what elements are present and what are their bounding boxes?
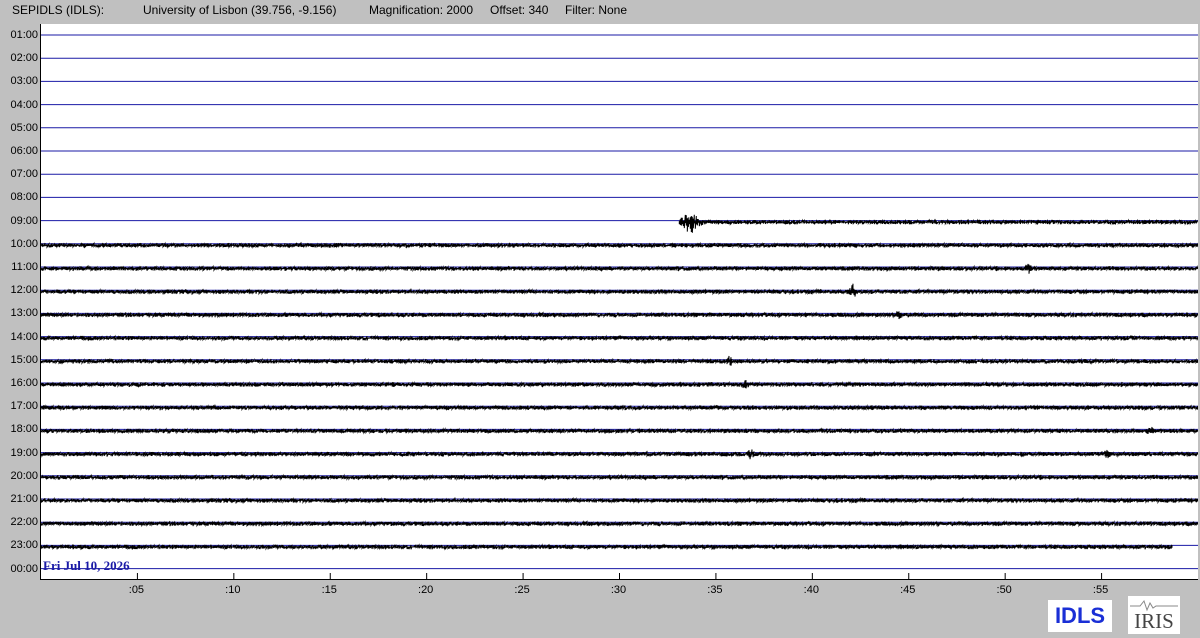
hour-label: 05:00 — [10, 121, 38, 134]
hour-label: 03:00 — [10, 75, 38, 88]
minute-tick-label: :15 — [321, 584, 337, 596]
seismic-trace-1600 — [41, 380, 1198, 389]
minute-tick-label: :25 — [514, 584, 530, 596]
seismic-trace-1800 — [41, 426, 1198, 435]
hour-label: 00:00 — [10, 562, 38, 575]
hour-label: 06:00 — [10, 145, 38, 157]
filter-label: Filter: None — [565, 3, 628, 17]
helicorder-plot — [40, 24, 1198, 580]
minute-tick-label: :30 — [610, 584, 627, 596]
seismic-trace-1900 — [41, 449, 1198, 460]
hour-label: 18:00 — [10, 423, 38, 436]
iris-logo[interactable]: IRIS — [1128, 596, 1180, 634]
hour-label: 01:00 — [10, 29, 38, 41]
date-label: Fri Jul 10, 2026 — [43, 558, 130, 573]
hour-label: 04:00 — [10, 98, 38, 111]
idls-logo[interactable]: IDLS — [1048, 600, 1112, 632]
minute-tick-label: :50 — [996, 584, 1012, 596]
minute-tick-label: :10 — [225, 584, 241, 596]
minute-tick-label: :45 — [900, 584, 916, 596]
iris-logo-text: IRIS — [1134, 609, 1174, 633]
hour-label: 21:00 — [10, 493, 38, 505]
hour-label: 22:00 — [10, 516, 38, 529]
hour-label: 08:00 — [10, 191, 38, 204]
hour-label: 16:00 — [10, 377, 38, 389]
hour-label: 14:00 — [10, 330, 38, 343]
hour-label: 23:00 — [10, 539, 38, 552]
hour-label: 09:00 — [10, 214, 38, 227]
hour-label: 11:00 — [11, 261, 38, 273]
minute-tick-label: :55 — [1092, 584, 1109, 596]
minute-tick-label: :05 — [128, 584, 145, 596]
magnification-label: Magnification: 2000 — [369, 3, 474, 17]
header-bar: SEPIDLS (IDLS): University of Lisbon (39… — [0, 0, 1200, 22]
hour-label: 19:00 — [10, 446, 38, 459]
offset-label: Offset: 340 — [490, 3, 549, 17]
minute-tick-label: :35 — [707, 584, 723, 596]
hour-label: 17:00 — [10, 400, 38, 413]
helicorder-svg — [41, 34, 1198, 579]
station-label: SEPIDLS (IDLS): — [12, 3, 105, 17]
hour-label: 02:00 — [10, 52, 38, 65]
seismic-trace-1500 — [41, 355, 1198, 366]
hour-label: 07:00 — [10, 168, 38, 181]
hour-label: 20:00 — [10, 469, 38, 482]
hour-label: 13:00 — [10, 307, 38, 320]
location-label: University of Lisbon (39.756, -9.156) — [143, 3, 337, 17]
minute-tick-label: :40 — [803, 584, 819, 596]
seismic-trace-0900 — [678, 214, 1198, 233]
hour-label: 15:00 — [10, 353, 38, 366]
minute-tick-label: :20 — [418, 584, 434, 596]
hour-label: 10:00 — [10, 237, 38, 250]
seismic-trace-1300 — [41, 311, 1198, 320]
hour-label: 12:00 — [10, 284, 38, 297]
seismic-trace-1100 — [41, 263, 1198, 274]
